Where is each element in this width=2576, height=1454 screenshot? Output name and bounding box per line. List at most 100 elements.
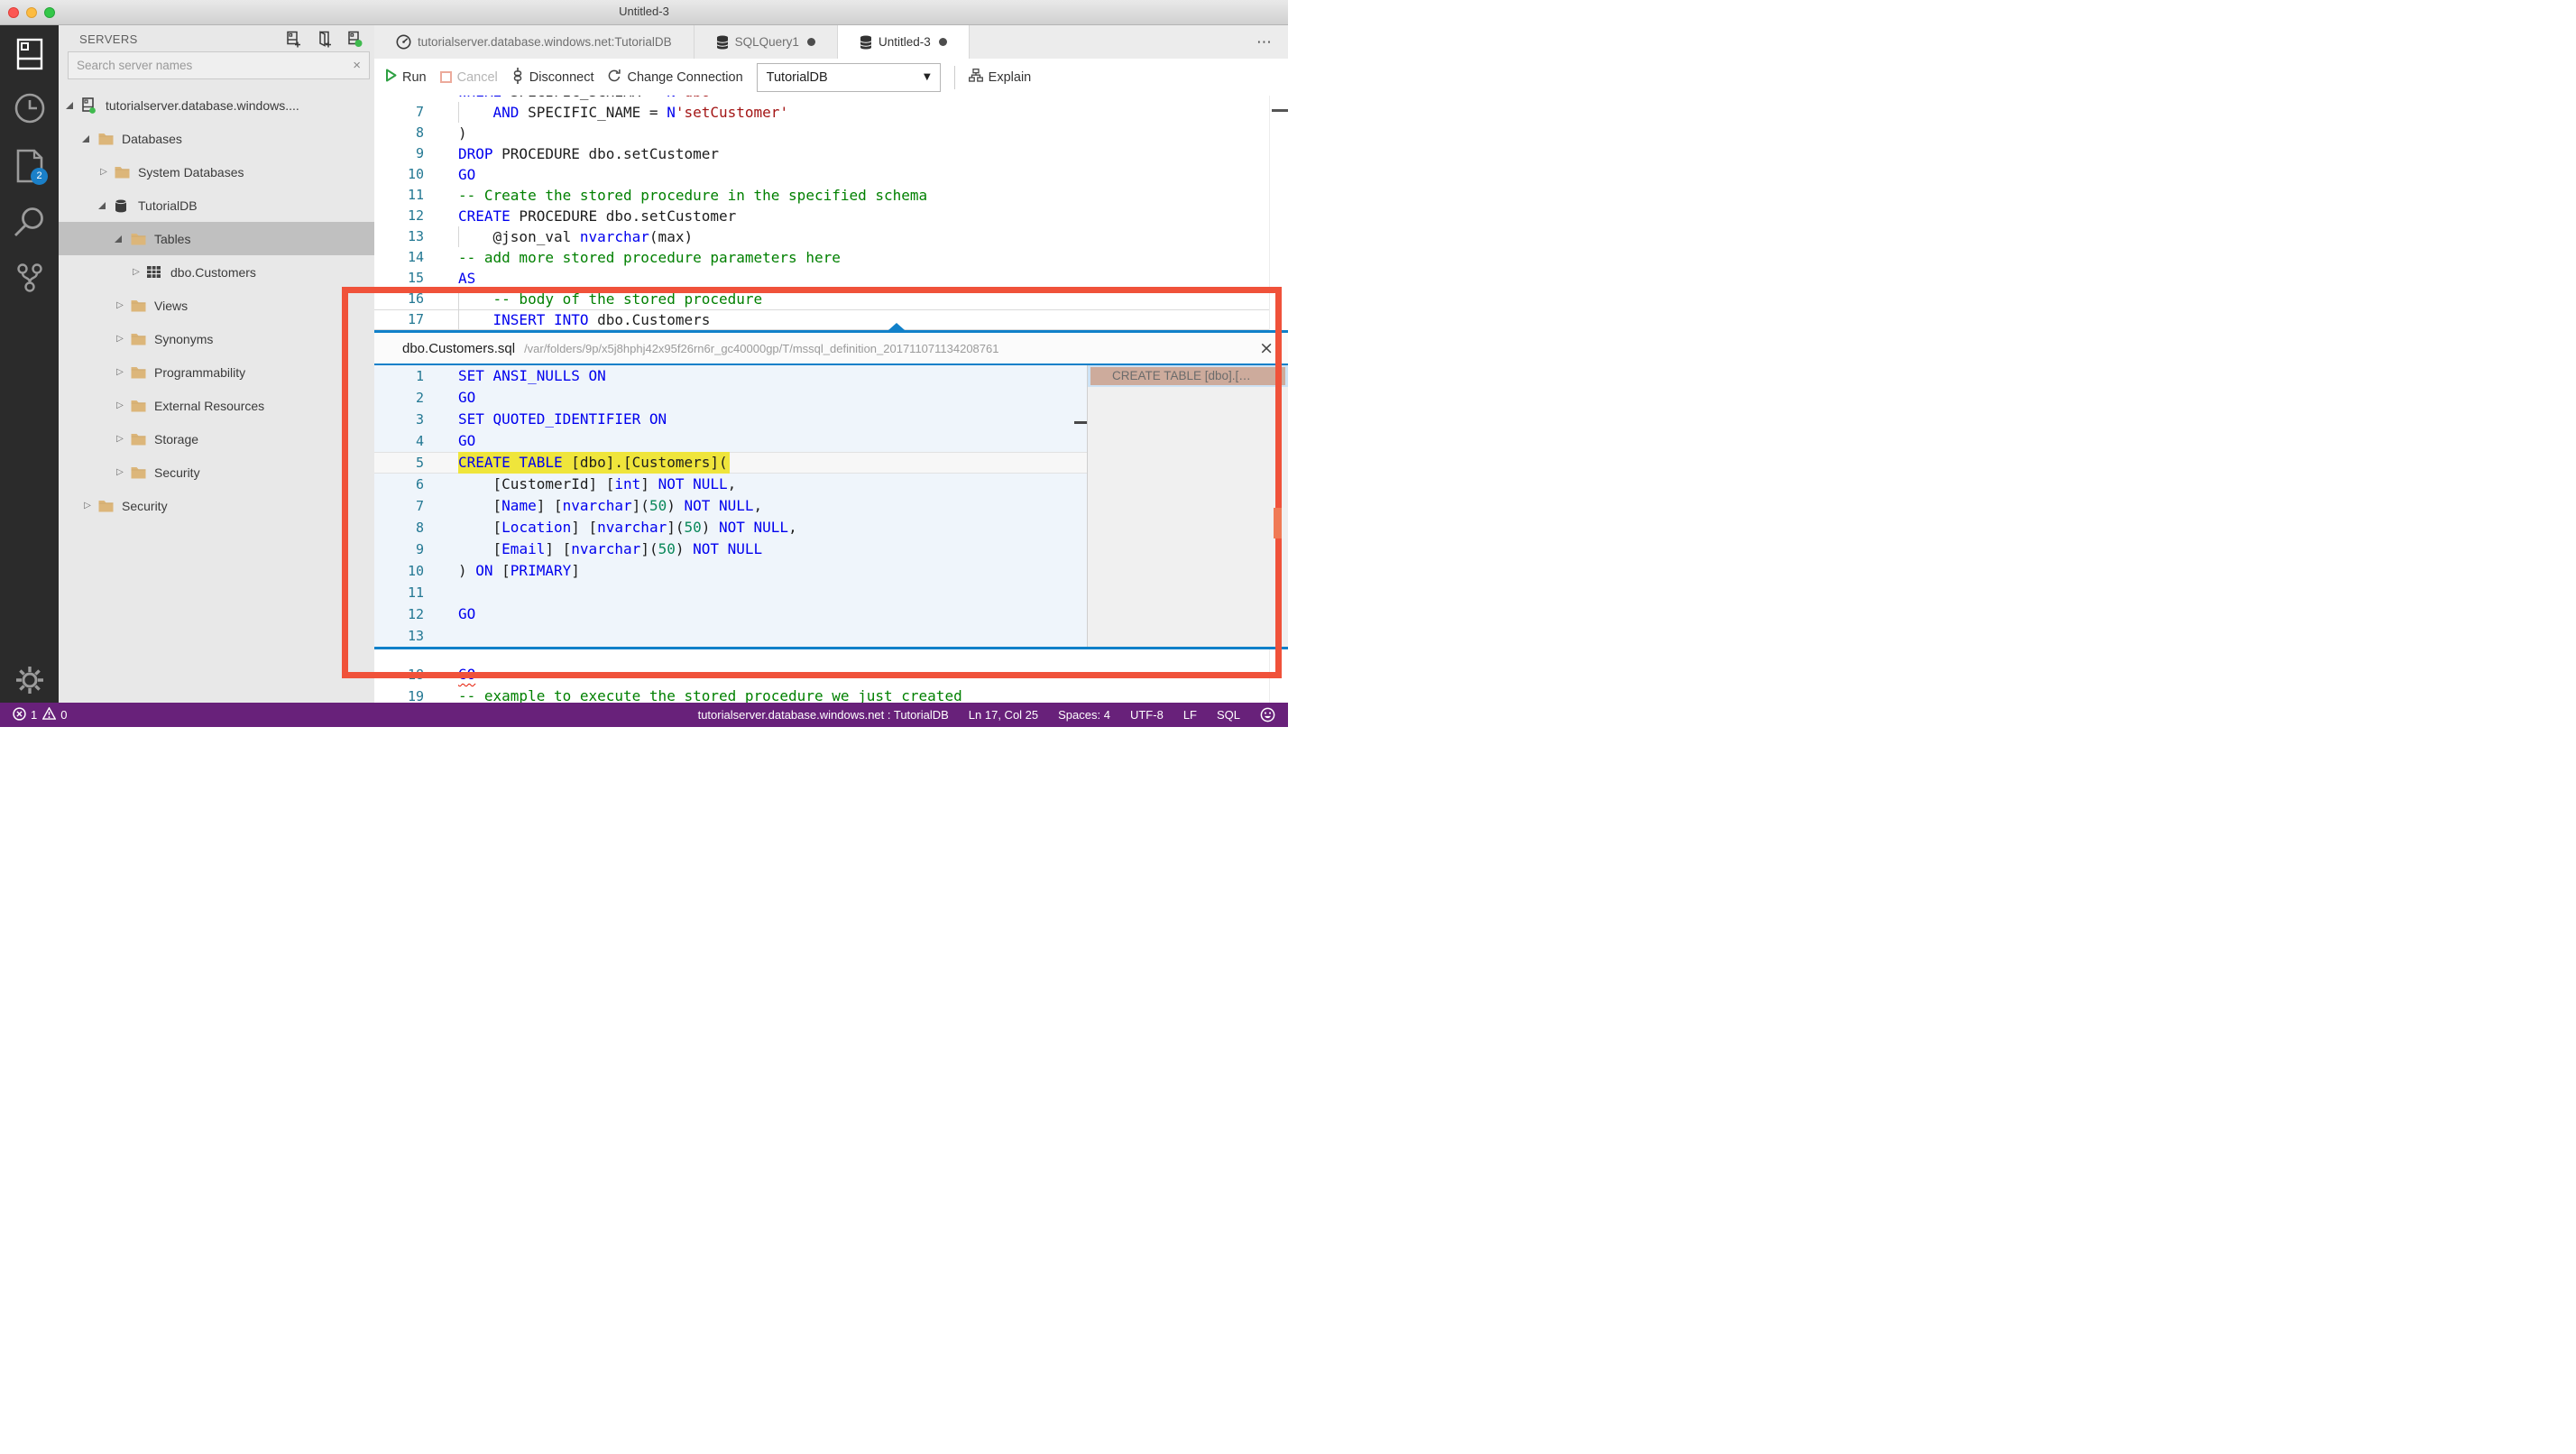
indentation-setting[interactable]: Spaces: 4 bbox=[1058, 708, 1110, 722]
database-dropdown[interactable]: TutorialDB ▼ bbox=[756, 62, 941, 92]
code-line-18[interactable]: 18 GO bbox=[374, 664, 1288, 686]
language-mode[interactable]: SQL bbox=[1217, 708, 1240, 722]
tree-item-security[interactable]: ▷ Security bbox=[59, 456, 374, 489]
twisty-expanded-icon[interactable] bbox=[98, 201, 106, 209]
code-line-14[interactable]: 14 -- add more stored procedure parameter… bbox=[374, 247, 1288, 268]
code-line-6[interactable]: 6 [CustomerId] [int] NOT NULL, bbox=[374, 474, 1087, 495]
code-line-9[interactable]: 9 [Email] [nvarchar](50) NOT NULL bbox=[374, 538, 1087, 560]
tree-item-external-resources[interactable]: ▷ External Resources bbox=[59, 389, 374, 422]
code-line-8[interactable]: 8) bbox=[374, 123, 1288, 143]
search-input[interactable] bbox=[77, 59, 354, 72]
disconnect-button[interactable]: Disconnect bbox=[511, 67, 593, 87]
close-icon[interactable]: × bbox=[1259, 339, 1274, 357]
explain-button[interactable]: Explain bbox=[968, 69, 1031, 86]
server-search-box[interactable]: × bbox=[68, 51, 370, 79]
code-line-4[interactable]: 4 GO bbox=[374, 430, 1087, 452]
line-number: 6 bbox=[374, 96, 424, 102]
code-line-7[interactable]: 7 [Name] [nvarchar](50) NOT NULL, bbox=[374, 495, 1087, 517]
twisty-collapsed-icon[interactable]: ▷ bbox=[82, 501, 93, 511]
more-actions-icon[interactable]: ⋯ bbox=[1240, 33, 1288, 51]
reference-match-text: CREATE TABLE [dbo].[… bbox=[1090, 367, 1285, 385]
tree-item-synonyms[interactable]: ▷ Synonyms bbox=[59, 322, 374, 355]
twisty-collapsed-icon[interactable]: ▷ bbox=[115, 367, 125, 377]
tree-item-storage[interactable]: ▷ Storage bbox=[59, 422, 374, 456]
source-control-icon[interactable] bbox=[0, 256, 59, 299]
task-history-icon[interactable] bbox=[0, 87, 59, 130]
database-icon bbox=[860, 35, 872, 50]
code-line-10[interactable]: 10) ON [PRIMARY] bbox=[374, 560, 1087, 582]
twisty-collapsed-icon[interactable]: ▷ bbox=[131, 267, 142, 277]
search-icon[interactable] bbox=[0, 200, 59, 244]
code-line-8[interactable]: 8 [Location] [nvarchar](50) NOT NULL, bbox=[374, 517, 1087, 538]
database-icon bbox=[716, 35, 729, 50]
peek-code-editor[interactable]: 1 SET ANSI_NULLS ON 2 GO 3 SET QUOTED_IDENTIF… bbox=[374, 365, 1087, 647]
code-line-3[interactable]: 3 SET QUOTED_IDENTIFIER ON bbox=[374, 409, 1087, 430]
twisty-collapsed-icon[interactable]: ▷ bbox=[115, 434, 125, 444]
tab-sqlquery1[interactable]: SQLQuery1 bbox=[695, 25, 838, 59]
new-server-group-icon[interactable] bbox=[316, 30, 333, 48]
twisty-expanded-icon[interactable] bbox=[115, 235, 122, 243]
code-line-19[interactable]: 19 -- example to execute the stored proce… bbox=[374, 686, 1288, 703]
twisty-collapsed-icon[interactable]: ▷ bbox=[115, 300, 125, 310]
twisty-collapsed-icon[interactable]: ▷ bbox=[115, 467, 125, 477]
twisty-expanded-icon[interactable] bbox=[82, 134, 89, 143]
change-connection-button[interactable]: Change Connection bbox=[607, 69, 743, 87]
peek-scrollbar-handle[interactable] bbox=[1074, 421, 1087, 424]
tree-item-views[interactable]: ▷ Views bbox=[59, 289, 374, 322]
tab-tutorialserver-database-windows-net-tutorialdb[interactable]: tutorialserver.database.windows.net:Tuto… bbox=[374, 25, 695, 59]
line-number: 7 bbox=[415, 498, 424, 514]
tree-item-tables[interactable]: Tables bbox=[59, 222, 374, 255]
code-line-13[interactable]: 13 bbox=[374, 625, 1087, 647]
code-line-13[interactable]: 13 @json_val nvarchar(max) bbox=[374, 226, 1288, 247]
tab-untitled-3[interactable]: Untitled-3 bbox=[837, 25, 970, 59]
code-line-2[interactable]: 2 GO bbox=[374, 387, 1087, 409]
code-line-7[interactable]: 7 AND SPECIFIC_NAME = N'setCustomer' bbox=[374, 102, 1288, 123]
eol-setting[interactable]: LF bbox=[1183, 708, 1197, 722]
code-line-6[interactable]: 6WHERE SPECIFIC_SCHEMA = N'dbo' bbox=[374, 96, 1288, 102]
code-line-9[interactable]: 9 DROP PROCEDURE dbo.setCustomer bbox=[374, 143, 1288, 164]
code-line-12[interactable]: 12 GO bbox=[374, 603, 1087, 625]
encoding-setting[interactable]: UTF-8 bbox=[1130, 708, 1164, 722]
servers-icon[interactable] bbox=[0, 32, 59, 76]
line-number: 14 bbox=[407, 249, 424, 265]
tree-item-databases[interactable]: Databases bbox=[59, 122, 374, 155]
code-text: @json_val nvarchar(max) bbox=[458, 228, 694, 245]
clear-search-icon[interactable]: × bbox=[353, 59, 361, 72]
new-connection-icon[interactable] bbox=[285, 31, 302, 48]
tree-item-dbo-customers[interactable]: ▷ dbo.Customers bbox=[59, 255, 374, 289]
active-connections-icon[interactable] bbox=[346, 31, 363, 48]
code-line-16[interactable]: 16 -- body of the stored procedure bbox=[374, 289, 1288, 309]
code-line-12[interactable]: 12 CREATE PROCEDURE dbo.setCustomer bbox=[374, 206, 1288, 226]
code-line-11[interactable]: 11 -- Create the stored procedure in the … bbox=[374, 185, 1288, 206]
twisty-collapsed-icon[interactable]: ▷ bbox=[115, 334, 125, 344]
sql-editor[interactable]: 6WHERE SPECIFIC_SCHEMA = N'dbo'7 AND SPE… bbox=[374, 96, 1288, 703]
code-text: [CustomerId] [int] NOT NULL, bbox=[458, 475, 737, 492]
tree-item-security[interactable]: ▷ Security bbox=[59, 489, 374, 522]
reference-item[interactable]: CREATE TABLE [dbo].[… bbox=[1088, 365, 1288, 387]
code-line-10[interactable]: 10 GO bbox=[374, 164, 1288, 185]
tree-item-system-databases[interactable]: ▷ System Databases bbox=[59, 155, 374, 189]
line-number: 9 bbox=[415, 145, 424, 161]
tree-item-programmability[interactable]: ▷ Programmability bbox=[59, 355, 374, 389]
twisty-collapsed-icon[interactable]: ▷ bbox=[115, 400, 125, 410]
code-text: GO bbox=[458, 432, 476, 449]
errors-indicator[interactable]: 1 bbox=[13, 706, 37, 723]
tree-item-tutorialserver-database-windows[interactable]: tutorialserver.database.windows.... bbox=[59, 88, 374, 122]
settings-gear-icon[interactable] bbox=[0, 658, 59, 702]
warnings-indicator[interactable]: 0 bbox=[41, 706, 67, 722]
code-line-1[interactable]: 1 SET ANSI_NULLS ON bbox=[374, 365, 1087, 387]
code-line-11[interactable]: 11 bbox=[374, 582, 1087, 603]
connection-status[interactable]: tutorialserver.database.windows.net : Tu… bbox=[698, 708, 949, 722]
twisty-expanded-icon[interactable] bbox=[66, 101, 73, 109]
cursor-position[interactable]: Ln 17, Col 25 bbox=[969, 708, 1038, 722]
feedback-smiley-icon[interactable] bbox=[1260, 707, 1275, 722]
run-button[interactable]: Run bbox=[385, 69, 427, 86]
code-line-15[interactable]: 15 AS bbox=[374, 268, 1288, 289]
cancel-button[interactable]: Cancel bbox=[439, 70, 498, 85]
tree-item-tutorialdb[interactable]: TutorialDB bbox=[59, 189, 374, 222]
twisty-collapsed-icon[interactable]: ▷ bbox=[98, 167, 109, 177]
running-tasks-icon[interactable]: 2 bbox=[0, 144, 59, 188]
code-line-5[interactable]: 5 CREATE TABLE [dbo].[Customers]( bbox=[374, 452, 1087, 474]
code-line-17[interactable]: 17 INSERT INTO dbo.Customers bbox=[374, 309, 1288, 330]
